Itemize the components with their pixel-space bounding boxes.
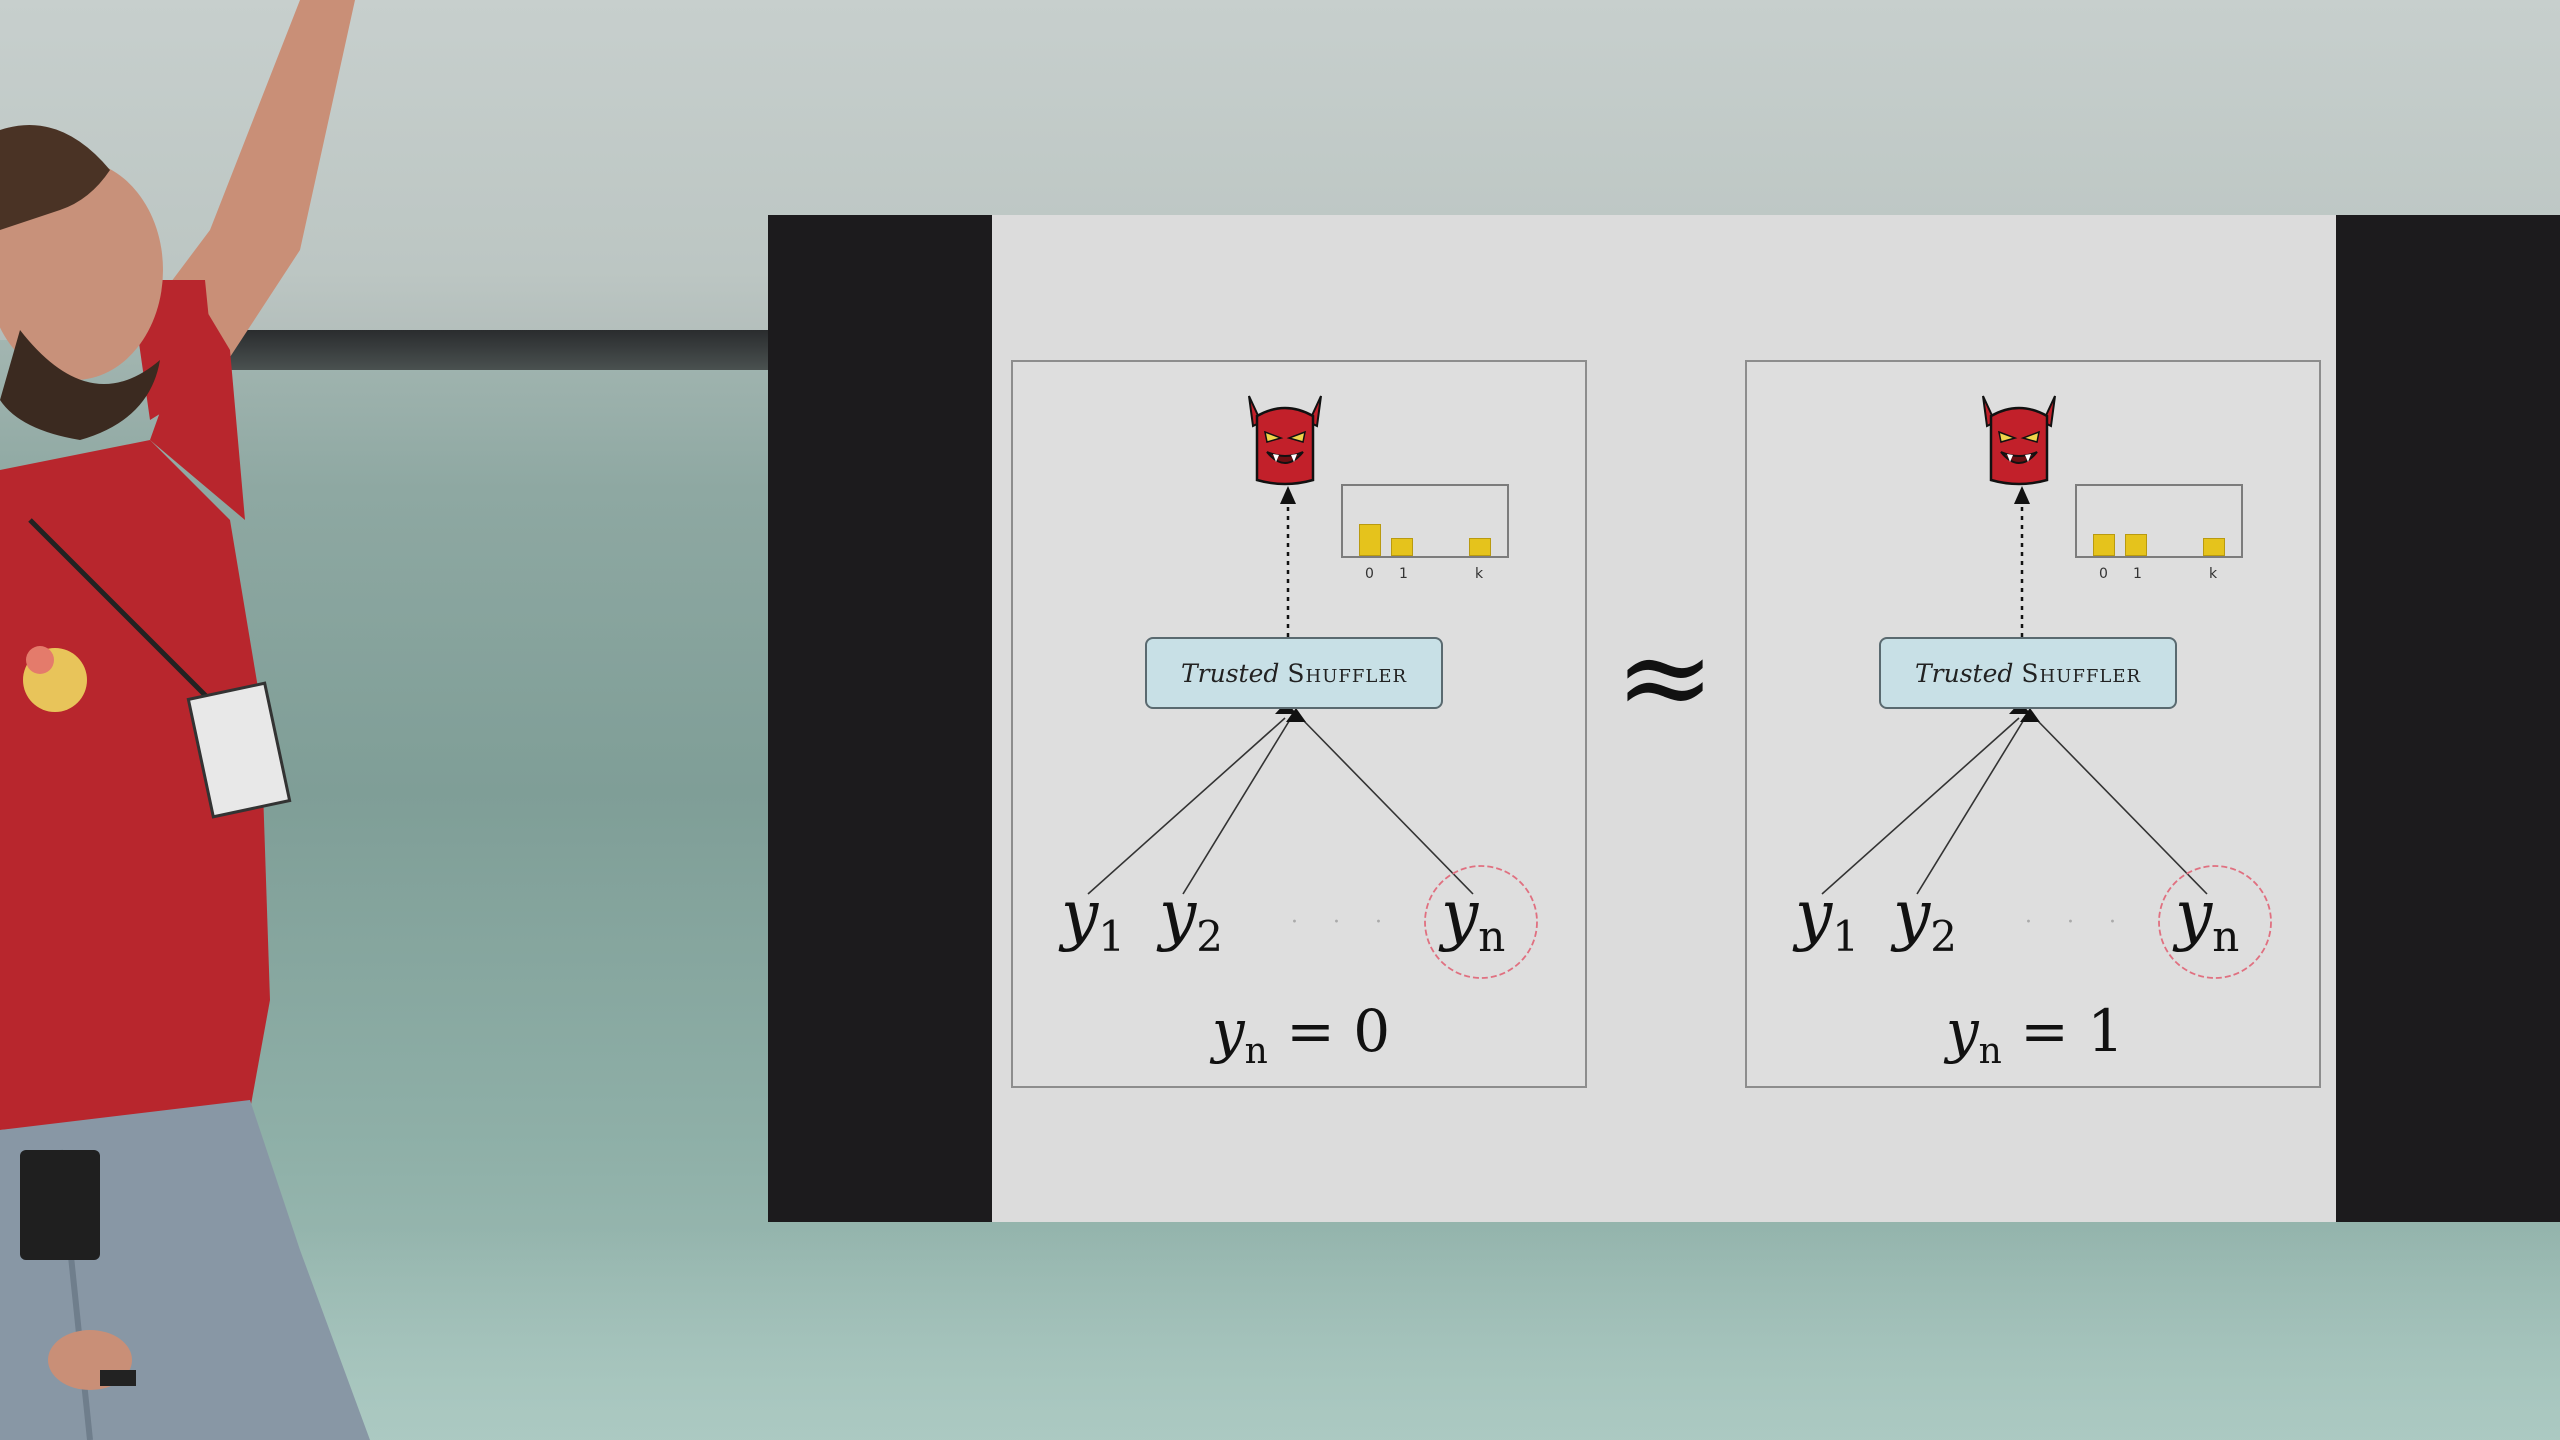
yn-label: yn: [2175, 876, 2240, 961]
hist-tick-0: 0: [1365, 566, 1374, 582]
shuffler-caps: Shuffler: [2021, 658, 2142, 688]
histogram-icon: 0 1 k: [2075, 484, 2243, 582]
hist-tick-k: k: [2209, 566, 2218, 582]
shuffler-caps: Shuffler: [1287, 658, 1408, 688]
histogram-icon: 0 1 k: [1341, 484, 1509, 582]
trusted-shuffler-box: Trusted Shuffler: [1145, 637, 1443, 709]
panel-left: 0 1 k Trusted Shuffler y1 y2 · · · yn yn…: [1011, 360, 1587, 1088]
devil-adversary-icon: [1248, 395, 1322, 486]
equation: yn = 0: [1211, 997, 1391, 1072]
equation: yn = 1: [1945, 997, 2125, 1072]
hist-bar-0: [2093, 534, 2115, 556]
presenter-figure: [0, 0, 370, 1440]
hist-tick-1: 1: [2133, 566, 2142, 582]
hist-tick-0: 0: [2099, 566, 2108, 582]
ellipsis-dots: · · ·: [1291, 910, 1396, 935]
approx-symbol: ≈: [1614, 608, 1716, 747]
hist-bar-0: [1359, 524, 1381, 556]
hist-bar-1: [2125, 534, 2147, 556]
y2-label: y2: [1893, 876, 1958, 961]
yn-label: yn: [1441, 876, 1506, 961]
shuffler-italic: Trusted: [1914, 658, 2014, 688]
hist-tick-1: 1: [1399, 566, 1408, 582]
hist-bar-k: [2203, 538, 2225, 556]
ellipsis-dots: · · ·: [2025, 910, 2130, 935]
y2-label: y2: [1159, 876, 1224, 961]
panel-right: 0 1 k Trusted Shuffler y1 y2 · · · yn yn…: [1745, 360, 2321, 1088]
hist-tick-k: k: [1475, 566, 1484, 582]
devil-adversary-icon: [1982, 395, 2056, 486]
shuffler-italic: Trusted: [1180, 658, 1280, 688]
y1-label: y1: [1061, 876, 1126, 961]
hist-bar-1: [1391, 538, 1413, 556]
hist-bar-k: [1469, 538, 1491, 556]
trusted-shuffler-box: Trusted Shuffler: [1879, 637, 2177, 709]
y1-label: y1: [1795, 876, 1860, 961]
